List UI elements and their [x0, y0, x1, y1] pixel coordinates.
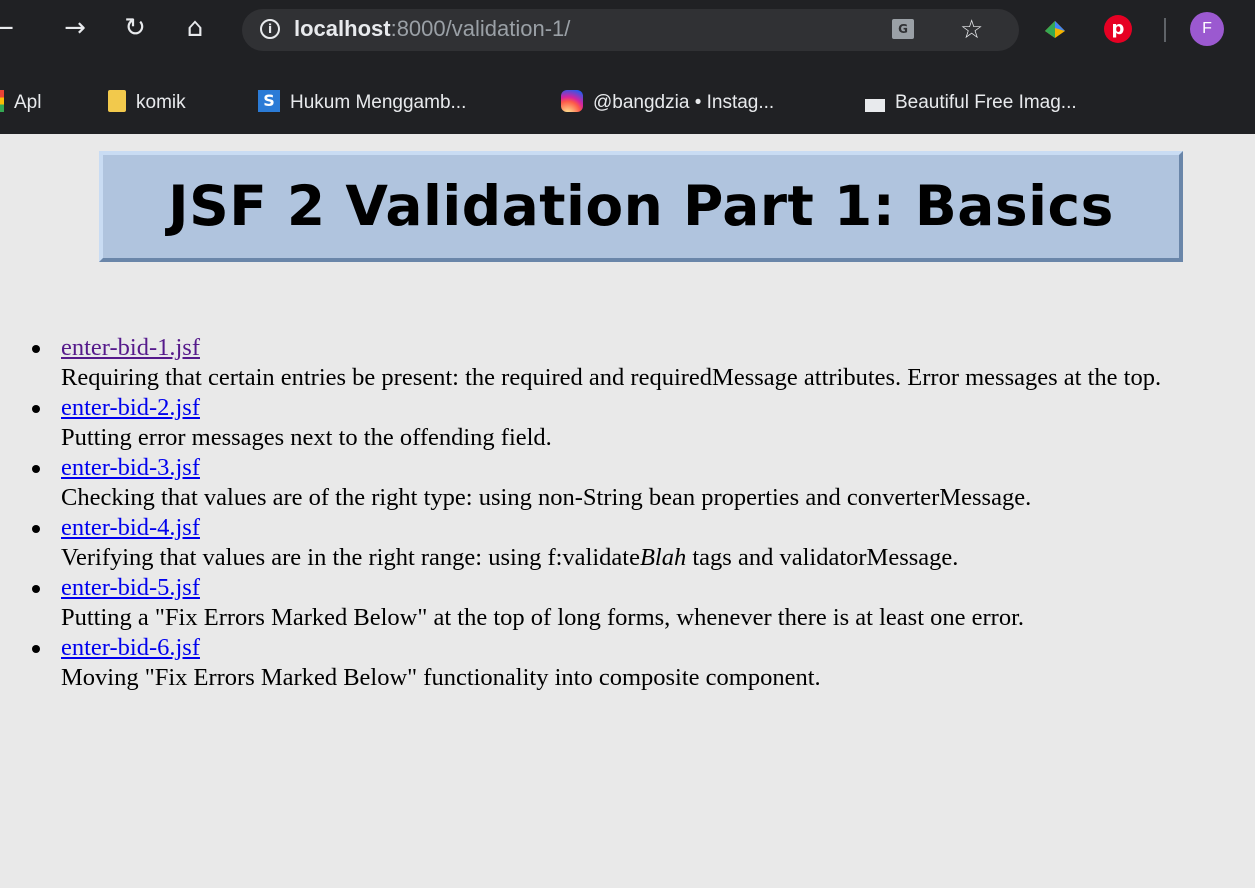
- bullet-icon: [32, 405, 40, 413]
- bookmark-instagram[interactable]: @bangdzia • Instag...: [561, 88, 774, 118]
- translate-icon[interactable]: G: [892, 19, 914, 39]
- desc-emphasis: Blah: [639, 544, 687, 571]
- back-arrow-icon[interactable]: ←: [0, 12, 20, 44]
- profile-avatar[interactable]: F: [1190, 12, 1224, 46]
- list-item: enter-bid-1.jsf Requiring that certain e…: [32, 333, 1251, 393]
- desc-text: tags and validatorMessage.: [686, 544, 959, 571]
- bookmark-label: @bangdzia • Instag...: [593, 92, 775, 113]
- bullet-icon: [32, 585, 40, 593]
- site-s-icon: S: [258, 89, 280, 112]
- enter-bid-2-link[interactable]: enter-bid-2.jsf: [61, 394, 200, 421]
- enter-bid-6-link[interactable]: enter-bid-6.jsf: [61, 634, 200, 661]
- forward-arrow-icon[interactable]: →: [58, 12, 92, 44]
- list-item: enter-bid-5.jsf Putting a "Fix Errors Ma…: [32, 573, 1251, 633]
- pinterest-icon[interactable]: p: [1104, 15, 1132, 43]
- bookmark-apps[interactable]: Apl: [0, 88, 41, 118]
- unsplash-icon: [865, 89, 885, 112]
- folder-icon: [108, 89, 126, 112]
- reload-icon[interactable]: ↻: [118, 12, 152, 44]
- enter-bid-5-link[interactable]: enter-bid-5.jsf: [61, 574, 200, 601]
- instagram-icon: [561, 89, 583, 112]
- bookmark-label: Apl: [14, 92, 42, 113]
- page-title: JSF 2 Validation Part 1: Basics: [168, 174, 1114, 238]
- list-item: enter-bid-4.jsf Verifying that values ar…: [32, 513, 1251, 573]
- url-host: localhost: [294, 16, 391, 41]
- list-item: enter-bid-2.jsf Putting error messages n…: [32, 393, 1251, 453]
- bookmark-komik[interactable]: komik: [108, 88, 186, 118]
- item-description: Putting error messages next to the offen…: [61, 424, 552, 451]
- bullet-icon: [32, 345, 40, 353]
- desc-text: Verifying that values are in the right r…: [61, 544, 640, 571]
- enter-bid-1-link[interactable]: enter-bid-1.jsf: [61, 334, 200, 361]
- bookmark-unsplash[interactable]: Beautiful Free Imag...: [865, 88, 1077, 118]
- item-description: Moving "Fix Errors Marked Below" functio…: [61, 664, 821, 691]
- toolbar-separator: [1164, 18, 1166, 42]
- bookmarks-bar: Apl komik S Hukum Menggamb... @bangdzia •…: [0, 74, 1255, 134]
- example-list: enter-bid-1.jsf Requiring that certain e…: [0, 333, 1251, 693]
- bookmark-label: Hukum Menggamb...: [290, 92, 467, 113]
- browser-toolbar: ← → ↻ ⌂ i localhost:8000/validation-1/ G…: [0, 0, 1255, 74]
- item-description: Putting a "Fix Errors Marked Below" at t…: [61, 604, 1025, 631]
- item-description: Requiring that certain entries be presen…: [61, 364, 1162, 391]
- list-item: enter-bid-6.jsf Moving "Fix Errors Marke…: [32, 633, 1251, 693]
- list-item: enter-bid-3.jsf Checking that values are…: [32, 453, 1251, 513]
- url-text[interactable]: localhost:8000/validation-1/: [294, 9, 570, 51]
- enter-bid-4-link[interactable]: enter-bid-4.jsf: [61, 514, 200, 541]
- bookmark-hukum[interactable]: S Hukum Menggamb...: [258, 88, 466, 118]
- item-description: Verifying that values are in the right r…: [61, 543, 1251, 573]
- site-info-icon[interactable]: i: [260, 19, 280, 39]
- address-bar[interactable]: i localhost:8000/validation-1/ G ☆: [242, 9, 1019, 51]
- url-path: :8000/validation-1/: [390, 16, 571, 41]
- extension-icon[interactable]: [1042, 16, 1068, 42]
- bookmark-label: komik: [136, 92, 186, 113]
- bookmark-label: Beautiful Free Imag...: [895, 92, 1077, 113]
- home-icon[interactable]: ⌂: [178, 12, 212, 44]
- bookmark-star-icon[interactable]: ☆: [960, 11, 983, 49]
- enter-bid-3-link[interactable]: enter-bid-3.jsf: [61, 454, 200, 481]
- bullet-icon: [32, 465, 40, 473]
- apps-grid-icon: [0, 89, 4, 112]
- bullet-icon: [32, 525, 40, 533]
- item-description: Checking that values are of the right ty…: [61, 484, 1032, 511]
- page-title-box: JSF 2 Validation Part 1: Basics: [99, 151, 1183, 262]
- bullet-icon: [32, 645, 40, 653]
